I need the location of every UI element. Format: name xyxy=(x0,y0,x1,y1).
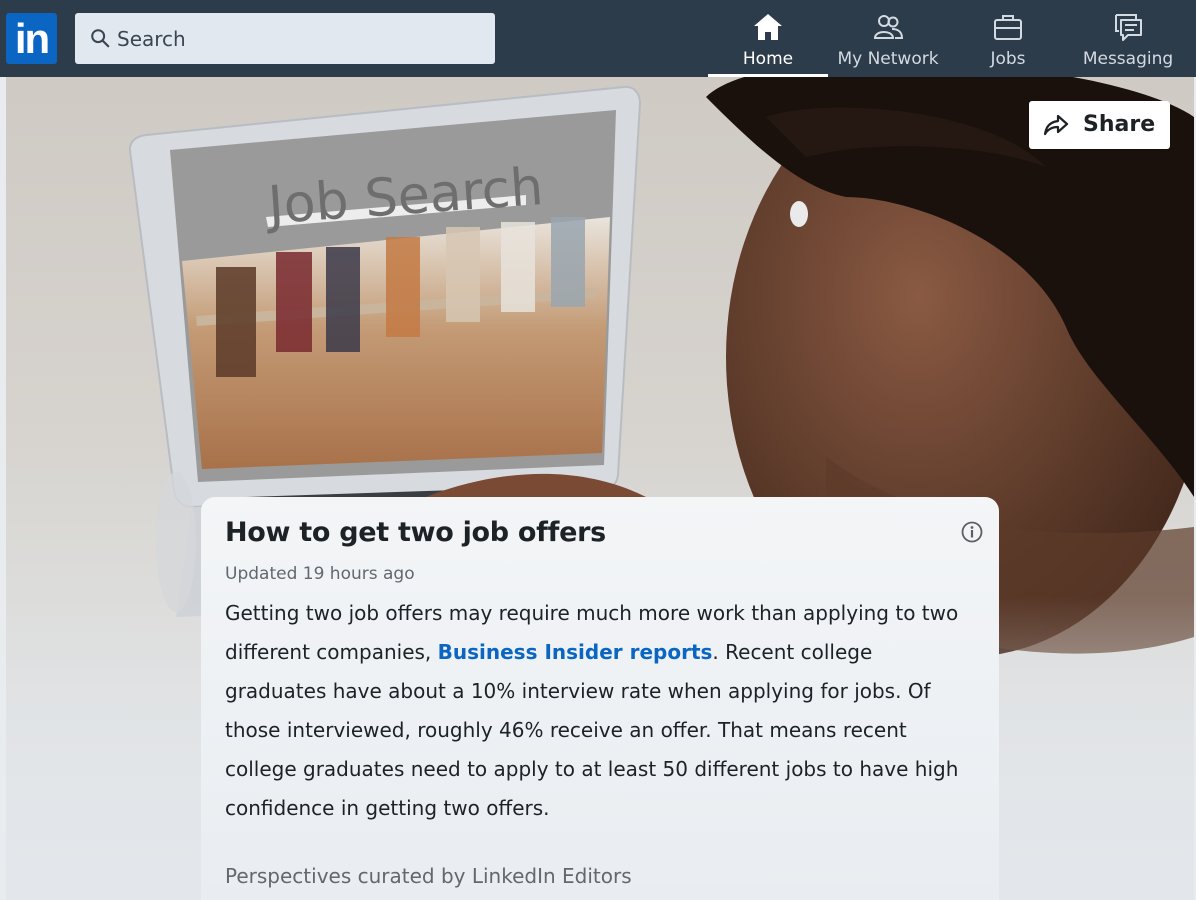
home-icon xyxy=(754,14,782,40)
article-body-part2: . Recent college graduates have about a … xyxy=(225,640,959,820)
briefcase-icon xyxy=(994,15,1022,40)
updated-timestamp: Updated 19 hours ago xyxy=(225,564,415,584)
share-button[interactable]: Share xyxy=(1029,101,1170,149)
nav-label-messaging: Messaging xyxy=(1082,49,1174,69)
info-icon[interactable] xyxy=(961,521,983,543)
top-navigation-bar: in Home My Network Jobs xyxy=(0,0,1196,77)
share-label: Share xyxy=(1083,112,1156,137)
network-icon xyxy=(873,15,904,39)
curated-by-label: Perspectives curated by LinkedIn Editors xyxy=(225,864,632,888)
nav-label-home: Home xyxy=(742,49,794,69)
article-card: How to get two job offers Updated 19 hou… xyxy=(201,497,999,900)
nav-item-messaging[interactable]: Messaging xyxy=(1068,0,1188,77)
article-title: How to get two job offers xyxy=(225,517,606,548)
nav-item-home[interactable]: Home xyxy=(708,0,828,77)
nav-label-my-network: My Network xyxy=(837,49,939,69)
search-input[interactable] xyxy=(117,13,487,64)
search-icon xyxy=(91,29,110,48)
source-link[interactable]: Business Insider reports xyxy=(438,640,713,664)
linkedin-logo[interactable]: in xyxy=(6,13,57,64)
search-box[interactable] xyxy=(75,13,495,64)
share-arrow-icon xyxy=(1043,114,1069,136)
nav-item-jobs[interactable]: Jobs xyxy=(948,0,1068,77)
messaging-icon xyxy=(1115,14,1142,41)
article-body: Getting two job offers may require much … xyxy=(225,594,975,828)
nav-item-my-network[interactable]: My Network xyxy=(828,0,948,77)
nav-label-jobs: Jobs xyxy=(990,49,1026,69)
